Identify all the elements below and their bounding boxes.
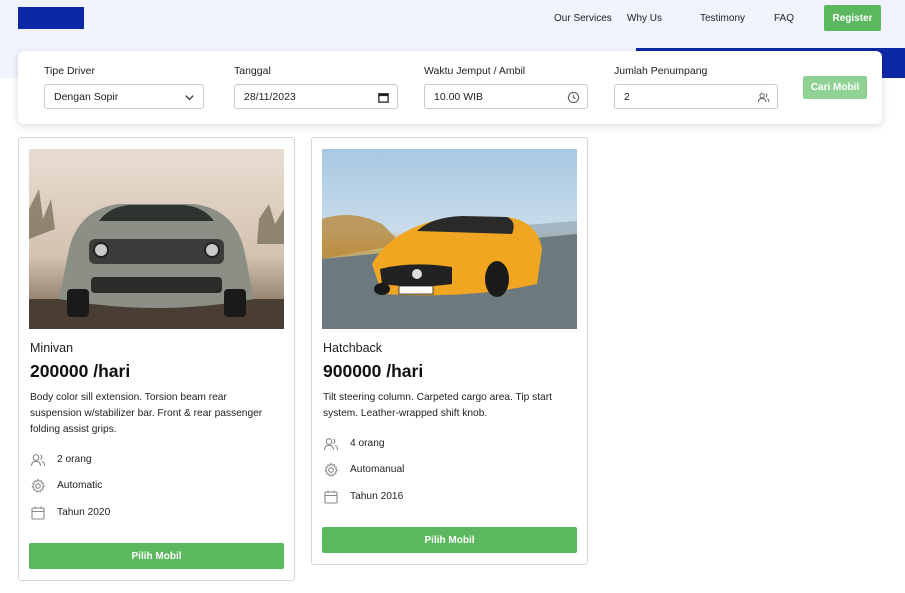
users-icon <box>757 92 770 103</box>
transmission-value: Automanual <box>350 464 405 475</box>
transmission-spec: Automatic <box>30 477 102 494</box>
chevron-down-icon <box>185 95 194 101</box>
driver-type-label: Tipe Driver <box>44 65 95 77</box>
car-type: Minivan <box>30 341 74 355</box>
calendar-icon[interactable] <box>377 91 390 104</box>
register-button[interactable]: Register <box>824 5 881 31</box>
users-icon <box>323 437 339 450</box>
nav-faq[interactable]: FAQ <box>774 13 794 24</box>
capacity-spec: 4 orang <box>323 435 385 452</box>
calendar-icon <box>31 506 45 520</box>
nav-why-us[interactable]: Why Us <box>627 13 662 24</box>
driver-type-value: Dengan Sopir <box>54 90 119 103</box>
driver-type-select[interactable]: Dengan Sopir <box>44 84 204 109</box>
passenger-count-input[interactable]: 2 <box>614 84 778 109</box>
search-car-button[interactable]: Cari Mobil <box>803 76 867 99</box>
date-input[interactable]: 28/11/2023 <box>234 84 398 109</box>
car-description: Tilt steering column. Carpeted cargo are… <box>323 392 552 419</box>
calendar-icon <box>324 490 338 504</box>
car-price: 900000 /hari <box>323 361 424 381</box>
pickup-time-input[interactable]: 10.00 WIB <box>424 84 588 109</box>
car-description: Body color sill extension. Torsion beam … <box>30 392 263 435</box>
choose-car-button[interactable]: Pilih Mobil <box>322 527 577 553</box>
capacity-spec: 2 orang <box>30 451 92 468</box>
logo[interactable] <box>18 7 84 29</box>
year-spec: Tahun 2016 <box>323 488 403 505</box>
clock-icon <box>567 91 580 104</box>
car-card: Hatchback 900000 /hari Tilt steering col… <box>311 137 588 565</box>
car-price: 200000 /hari <box>30 361 131 381</box>
transmission-spec: Automanual <box>323 461 404 478</box>
capacity-value: 2 orang <box>57 454 92 465</box>
nav-testimony[interactable]: Testimony <box>700 13 745 24</box>
transmission-value: Automatic <box>57 480 103 491</box>
choose-car-button[interactable]: Pilih Mobil <box>29 543 284 569</box>
gear-icon <box>31 478 46 493</box>
users-icon <box>30 453 46 466</box>
car-card: Minivan 200000 /hari Body color sill ext… <box>18 137 295 581</box>
capacity-value: 4 orang <box>350 438 385 449</box>
car-photo <box>29 149 284 329</box>
pickup-time-label: Waktu Jemput / Ambil <box>424 65 526 77</box>
year-value: Tahun 2020 <box>57 507 111 518</box>
gear-icon <box>324 462 339 477</box>
year-spec: Tahun 2020 <box>30 504 110 521</box>
date-value: 28/11/2023 <box>244 90 296 103</box>
car-type: Hatchback <box>323 341 383 355</box>
nav-our-services[interactable]: Our Services <box>554 13 612 24</box>
passenger-count-value: 2 <box>624 90 630 103</box>
date-label: Tanggal <box>234 65 271 77</box>
year-value: Tahun 2016 <box>350 491 404 502</box>
search-panel: Tipe Driver Dengan Sopir Tanggal 28/11/2… <box>18 51 882 124</box>
pickup-time-value: 10.00 WIB <box>434 90 484 103</box>
passenger-count-label: Jumlah Penumpang <box>614 65 708 77</box>
car-photo <box>322 149 577 329</box>
